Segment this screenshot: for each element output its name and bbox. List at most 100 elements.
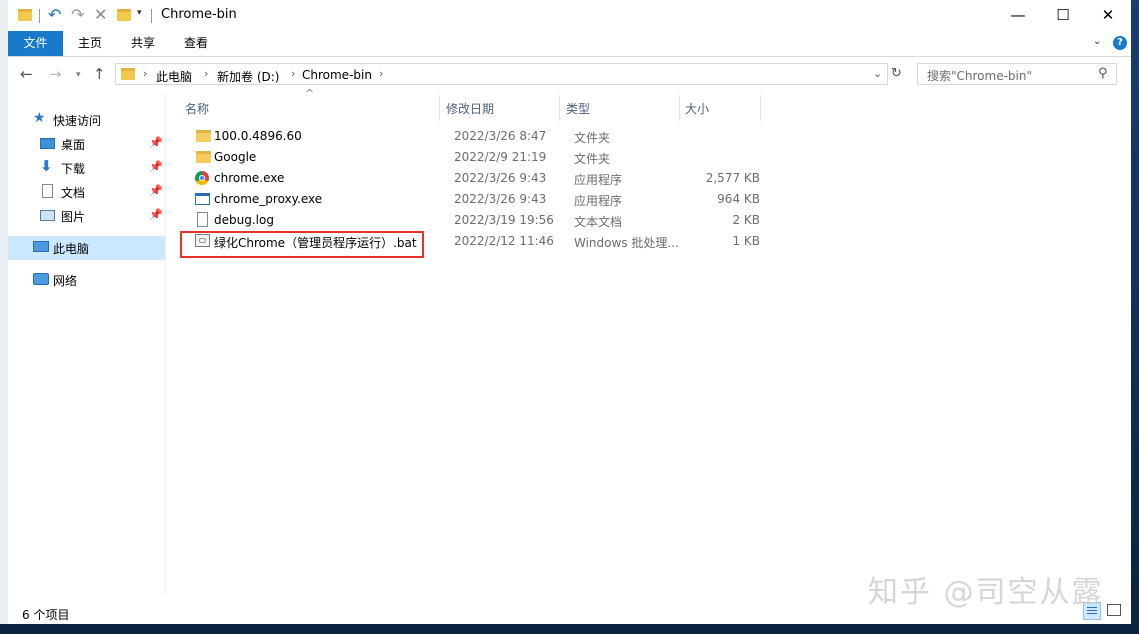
pin-icon[interactable]: 📌 <box>149 184 163 197</box>
expand-ribbon-icon[interactable]: ⌄ <box>1093 36 1101 47</box>
desktop-icon <box>40 138 55 149</box>
app-icon <box>195 193 210 205</box>
file-row[interactable]: chrome_proxy.exe 2022/3/26 9:43 应用程序 964… <box>179 189 769 210</box>
forward-arrow-icon[interactable]: → <box>49 65 62 83</box>
column-divider[interactable] <box>679 95 680 121</box>
pin-icon[interactable]: 📌 <box>149 208 163 221</box>
column-divider[interactable] <box>439 95 440 121</box>
file-modified: 2022/3/26 9:43 <box>454 192 547 206</box>
new-folder-icon[interactable] <box>117 9 131 21</box>
folder-icon <box>121 68 135 80</box>
column-header-size[interactable]: 大小 <box>685 100 709 117</box>
breadcrumb-this-pc[interactable]: 此电脑 <box>156 68 192 85</box>
breadcrumb-separator-icon[interactable]: › <box>379 67 383 80</box>
navigation-pane: ★ 快速访问 桌面 📌 ⬇ 下载 📌 文档 📌 图片 📌 此电脑 网络 <box>8 93 166 596</box>
maximize-button[interactable]: ☐ <box>1040 0 1086 31</box>
column-header-type[interactable]: 类型 <box>566 100 590 117</box>
file-name: Google <box>214 150 257 164</box>
file-size: 2,577 KB <box>705 171 760 185</box>
file-list: ^ 名称 修改日期 类型 大小 100.0.4896.60 2022/3/26 … <box>165 87 1131 596</box>
address-history-chevron-icon[interactable]: ⌄ <box>873 67 882 80</box>
search-box[interactable]: 搜索"Chrome-bin" ⚲ <box>917 63 1117 85</box>
close-button[interactable]: ✕ <box>1085 0 1131 31</box>
nav-quick-access[interactable]: ★ 快速访问 <box>8 108 165 132</box>
breadcrumb-separator-icon[interactable]: › <box>291 67 295 80</box>
nav-label: 下载 <box>61 162 86 176</box>
delete-icon[interactable]: ✕ <box>94 5 107 24</box>
folder-icon <box>18 9 32 21</box>
breadcrumb-drive[interactable]: 新加卷 (D:) <box>217 68 279 85</box>
nav-this-pc[interactable]: 此电脑 <box>8 236 165 260</box>
star-icon: ★ <box>33 110 46 126</box>
nav-pictures[interactable]: 图片 📌 <box>8 204 165 228</box>
breadcrumb-folder[interactable]: Chrome-bin <box>302 68 372 82</box>
ribbon-tabs: 文件 主页 共享 查看 ⌄ ? <box>8 31 1131 57</box>
file-type: 应用程序 <box>574 194 623 208</box>
nav-documents[interactable]: 文档 📌 <box>8 180 165 204</box>
file-name: chrome_proxy.exe <box>214 192 323 206</box>
search-icon[interactable]: ⚲ <box>1098 66 1108 81</box>
pin-icon[interactable]: 📌 <box>149 136 163 149</box>
undo-icon[interactable]: ↶ <box>48 5 61 24</box>
help-icon[interactable]: ? <box>1113 36 1127 50</box>
tab-share[interactable]: 共享 <box>121 31 165 56</box>
customize-toolbar-icon[interactable]: ▾ <box>137 8 142 18</box>
document-icon <box>42 184 53 198</box>
tab-home[interactable]: 主页 <box>68 31 112 56</box>
red-highlight-box <box>180 231 424 258</box>
column-divider[interactable] <box>559 95 560 121</box>
recent-locations-icon[interactable]: ▾ <box>76 70 81 80</box>
text-file-icon <box>197 212 208 227</box>
sort-ascending-icon: ^ <box>305 87 315 100</box>
taskbar-edge <box>0 624 1139 634</box>
file-modified: 2022/2/12 11:46 <box>454 234 554 248</box>
file-size: 2 KB <box>732 213 760 227</box>
item-count: 6 个项目 <box>22 608 70 622</box>
nav-label: 网络 <box>53 274 78 288</box>
address-bar[interactable]: › 此电脑 › 新加卷 (D:) › Chrome-bin › ⌄ <box>115 63 888 85</box>
breadcrumb-separator-icon[interactable]: › <box>204 67 208 80</box>
column-header-name[interactable]: 名称 <box>185 100 209 117</box>
refresh-icon[interactable]: ↻ <box>891 66 902 81</box>
chrome-icon <box>195 171 209 185</box>
back-arrow-icon[interactable]: ← <box>20 65 33 83</box>
file-type: Windows 批处理... <box>574 236 679 250</box>
file-modified: 2022/2/9 21:19 <box>454 150 547 164</box>
title-bar: ↶ ↷ ✕ ▾ Chrome-bin — ☐ ✕ <box>8 0 1131 31</box>
file-modified: 2022/3/26 9:43 <box>454 171 547 185</box>
search-placeholder: 搜索"Chrome-bin" <box>927 69 1032 83</box>
file-name: 100.0.4896.60 <box>214 129 302 143</box>
tab-file[interactable]: 文件 <box>8 31 63 56</box>
pin-icon[interactable]: 📌 <box>149 160 163 173</box>
up-arrow-icon[interactable]: ↑ <box>93 65 106 83</box>
separator <box>151 9 152 23</box>
nav-downloads[interactable]: ⬇ 下载 📌 <box>8 156 165 180</box>
file-row[interactable]: chrome.exe 2022/3/26 9:43 应用程序 2,577 KB <box>179 168 769 189</box>
desktop-background <box>1131 0 1139 634</box>
nav-desktop[interactable]: 桌面 📌 <box>8 132 165 156</box>
nav-label: 图片 <box>61 210 86 224</box>
large-icons-view-button[interactable] <box>1107 604 1121 616</box>
column-divider[interactable] <box>760 95 761 121</box>
nav-label: 快速访问 <box>53 114 102 128</box>
tab-view[interactable]: 查看 <box>174 31 218 56</box>
file-row[interactable]: 100.0.4896.60 2022/3/26 8:47 文件夹 <box>179 126 769 147</box>
file-type: 文本文档 <box>574 215 623 229</box>
nav-label: 此电脑 <box>53 242 90 256</box>
watermark-text: 知乎 @司空从露 <box>868 575 1104 610</box>
nav-network[interactable]: 网络 <box>8 268 165 292</box>
file-row[interactable]: Google 2022/2/9 21:19 文件夹 <box>179 147 769 168</box>
file-row[interactable]: debug.log 2022/3/19 19:56 文本文档 2 KB <box>179 210 769 231</box>
file-type: 文件夹 <box>574 152 611 166</box>
minimize-button[interactable]: — <box>995 0 1041 31</box>
file-size: 964 KB <box>717 192 760 206</box>
pictures-icon <box>40 210 55 221</box>
file-type: 应用程序 <box>574 173 623 187</box>
separator <box>39 9 40 23</box>
file-modified: 2022/3/26 8:47 <box>454 129 547 143</box>
file-size: 1 KB <box>732 234 760 248</box>
file-name: debug.log <box>214 213 274 227</box>
column-header-modified[interactable]: 修改日期 <box>446 100 494 117</box>
breadcrumb-separator-icon[interactable]: › <box>143 67 147 80</box>
redo-icon[interactable]: ↷ <box>71 5 84 24</box>
